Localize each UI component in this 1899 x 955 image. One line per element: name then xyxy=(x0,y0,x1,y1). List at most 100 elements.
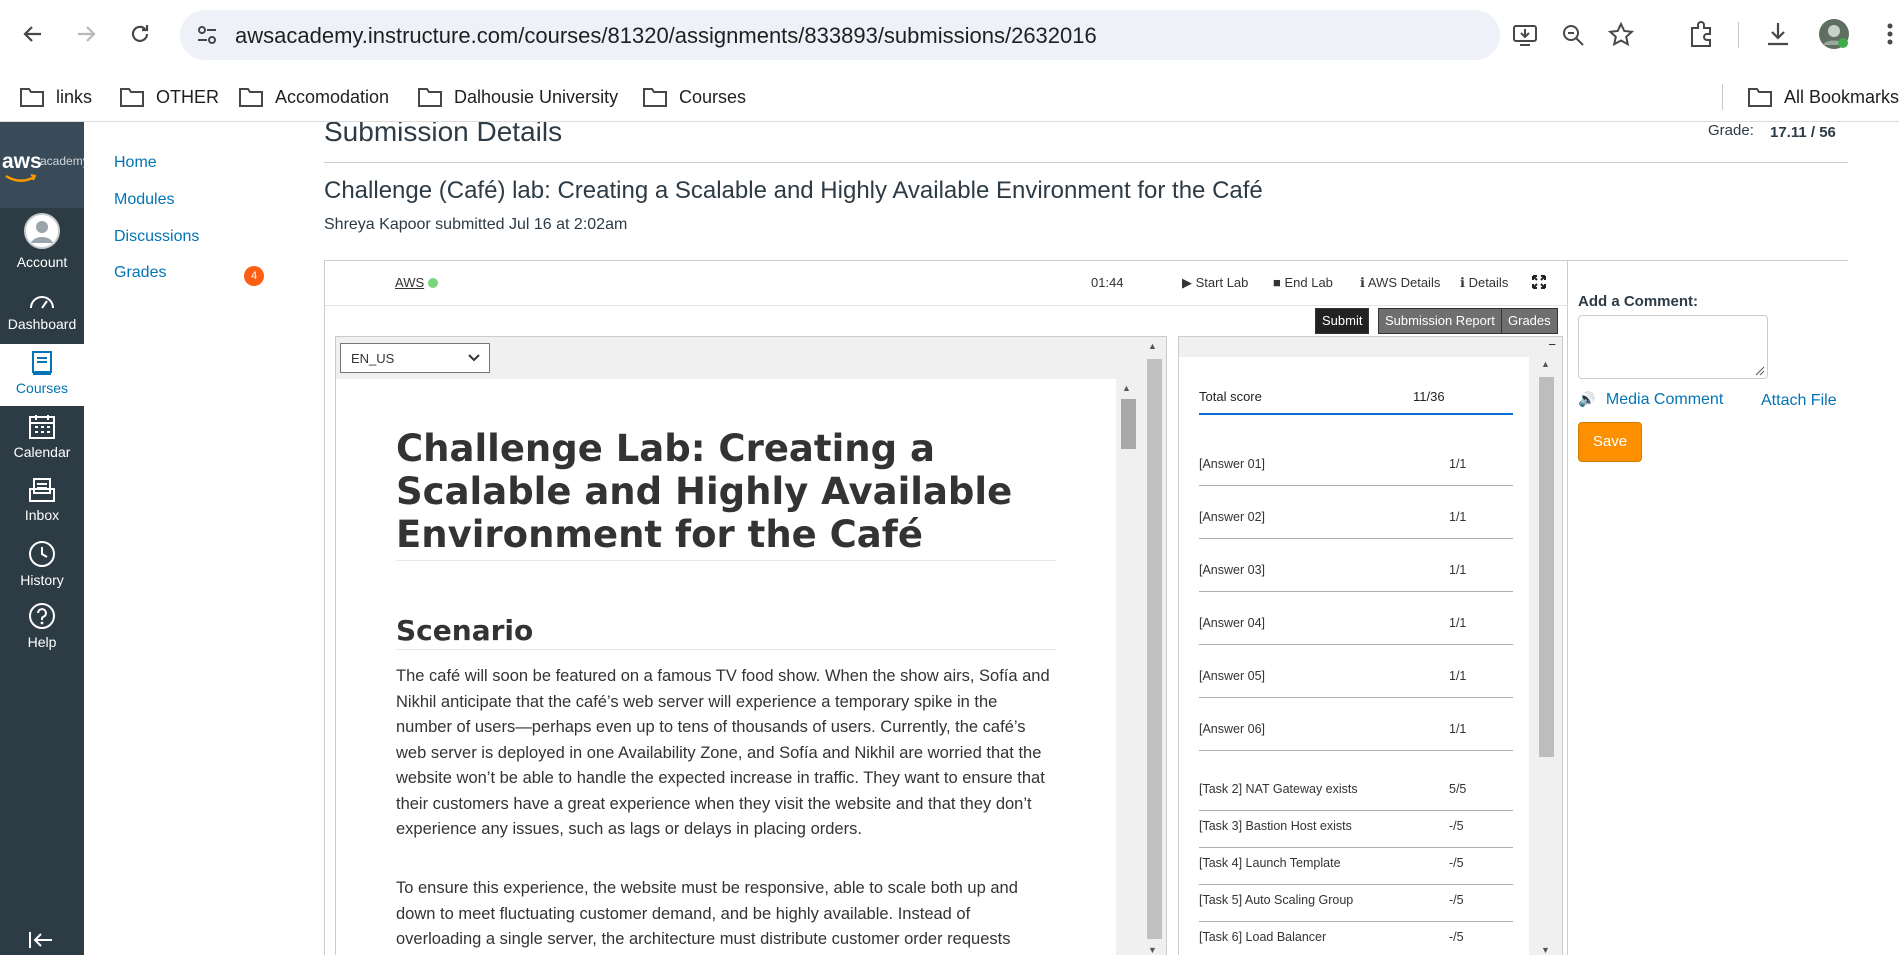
score-row-label: [Answer 02] xyxy=(1199,510,1266,524)
course-nav-discussions[interactable]: Discussions xyxy=(114,228,199,246)
bookmarks-bar: links OTHER Accomodation Dalhousie Unive… xyxy=(0,72,1899,122)
main-content: Submission Details Grade: 17.11 / 56 Cha… xyxy=(284,122,1899,955)
save-button[interactable]: Save xyxy=(1578,422,1642,462)
bookmark-folder[interactable]: OTHER xyxy=(120,82,219,112)
courses-icon xyxy=(32,351,52,375)
comment-textarea[interactable] xyxy=(1578,315,1768,379)
all-bookmarks-label: All Bookmarks xyxy=(1784,86,1899,107)
site-settings-icon[interactable] xyxy=(194,22,220,53)
aws-academy-logo[interactable]: aws academy xyxy=(0,122,89,208)
add-comment-label: Add a Comment: xyxy=(1578,293,1698,310)
score-row-label: [Answer 06] xyxy=(1199,722,1266,736)
collapse-nav-icon[interactable] xyxy=(28,930,54,955)
score-row: [Answer 06] 1/1 xyxy=(1199,698,1513,751)
install-app-icon[interactable] xyxy=(1512,22,1538,53)
score-row-label: [Task 5] Auto Scaling Group xyxy=(1199,893,1354,907)
score-scroll-down-icon[interactable]: ▼ xyxy=(1541,945,1550,955)
address-bar[interactable]: awsacademy.instructure.com/courses/81320… xyxy=(180,10,1635,60)
score-scrollbar[interactable] xyxy=(1539,377,1554,757)
global-nav-dashboard[interactable]: Dashboard xyxy=(0,290,84,340)
end-lab-button[interactable]: ■ End Lab xyxy=(1273,275,1333,290)
global-nav-history[interactable]: History xyxy=(0,540,84,590)
score-row-value: -/5 xyxy=(1449,930,1464,944)
extensions-icon[interactable] xyxy=(1687,20,1715,53)
language-value: EN_US xyxy=(351,351,395,366)
bookmark-folder[interactable]: Courses xyxy=(643,82,746,112)
bookmark-label: OTHER xyxy=(156,86,219,107)
total-score-label: Total score xyxy=(1199,389,1262,404)
attach-file-link[interactable]: Attach File xyxy=(1761,392,1837,410)
assignment-title: Challenge (Café) lab: Creating a Scalabl… xyxy=(324,177,1263,204)
forward-button[interactable] xyxy=(70,18,102,50)
course-nav-home[interactable]: Home xyxy=(114,154,157,172)
bookmark-folder[interactable]: Accomodation xyxy=(239,82,389,112)
score-row-value: 1/1 xyxy=(1449,616,1467,630)
all-bookmarks-button[interactable]: All Bookmarks xyxy=(1748,82,1899,112)
global-nav-calendar[interactable]: Calendar xyxy=(0,414,84,464)
outer-scrollbar[interactable] xyxy=(1147,359,1162,939)
details-button[interactable]: ℹ Details xyxy=(1460,275,1508,291)
global-nav-courses[interactable]: Courses xyxy=(0,344,84,406)
end-lab-label: End Lab xyxy=(1284,275,1333,290)
score-row-value: 1/1 xyxy=(1449,722,1467,736)
bookmark-folder[interactable]: Dalhousie University xyxy=(418,82,618,112)
bookmark-star-icon[interactable] xyxy=(1607,21,1635,53)
profile-avatar[interactable] xyxy=(1818,18,1850,55)
info-icon: ℹ xyxy=(1360,275,1365,290)
score-row: [Task 5] Auto Scaling Group -/5 xyxy=(1199,885,1513,922)
fullscreen-icon[interactable] xyxy=(1532,275,1546,292)
grades-button[interactable]: Grades xyxy=(1501,308,1558,334)
language-select[interactable]: EN_US xyxy=(340,343,490,373)
aws-details-button[interactable]: ℹ AWS Details xyxy=(1360,275,1440,291)
inner-scroll-up-icon[interactable]: ▲ xyxy=(1122,383,1131,393)
speaker-icon: 🔊 xyxy=(1578,391,1596,407)
inner-scrollbar-thumb[interactable] xyxy=(1121,399,1136,449)
start-lab-button[interactable]: ▶ Start Lab xyxy=(1182,275,1248,291)
folder-icon xyxy=(20,88,44,107)
zoom-icon[interactable] xyxy=(1560,22,1586,53)
global-nav-account[interactable]: Account xyxy=(0,212,84,274)
media-comment-label: Media Comment xyxy=(1605,391,1724,408)
scenario-paragraph: The café will soon be featured on a famo… xyxy=(396,667,1050,838)
grades-count-badge: 4 xyxy=(244,266,264,286)
submit-button[interactable]: Submit xyxy=(1315,308,1370,334)
score-row-value: -/5 xyxy=(1449,893,1464,907)
score-row: [Answer 02] 1/1 xyxy=(1199,486,1513,539)
score-row: [Task 4] Launch Template -/5 xyxy=(1199,848,1513,885)
score-row-label: [Answer 05] xyxy=(1199,669,1266,683)
media-comment-link[interactable]: 🔊 Media Comment xyxy=(1578,391,1723,409)
lab-timer: 01:44 xyxy=(1091,275,1124,290)
url-text[interactable]: awsacademy.instructure.com/courses/81320… xyxy=(235,23,1097,49)
outer-scroll-down-icon[interactable]: ▼ xyxy=(1148,945,1157,955)
minimize-icon[interactable]: − xyxy=(1548,337,1556,352)
scenario-paragraph: To ensure this experience, the website m… xyxy=(396,879,1018,948)
start-lab-label: Start Lab xyxy=(1195,275,1249,290)
score-row: [Task 2] NAT Gateway exists 5/5 xyxy=(1199,751,1513,811)
submission-report-button[interactable]: Submission Report xyxy=(1378,308,1502,334)
inbox-icon xyxy=(29,478,55,502)
history-icon xyxy=(29,541,55,567)
course-nav-modules[interactable]: Modules xyxy=(114,191,174,209)
aws-status[interactable]: AWS xyxy=(395,275,439,290)
course-nav-grades[interactable]: Grades xyxy=(114,264,166,282)
folder-icon xyxy=(418,88,442,107)
divider xyxy=(324,162,1848,163)
downloads-icon[interactable] xyxy=(1764,20,1792,53)
forward-arrow-icon xyxy=(78,26,96,42)
resize-handle-icon[interactable] xyxy=(1755,366,1765,376)
bookmark-folder[interactable]: links xyxy=(20,82,92,112)
submission-info: Shreya Kapoor submitted Jul 16 at 2:02am xyxy=(324,216,628,233)
score-row-label: [Task 2] NAT Gateway exists xyxy=(1199,782,1358,796)
outer-scroll-up-icon[interactable]: ▲ xyxy=(1148,341,1157,351)
score-row-label: [Answer 03] xyxy=(1199,563,1266,577)
score-row-value: 1/1 xyxy=(1449,457,1467,471)
global-nav-inbox[interactable]: Inbox xyxy=(0,477,84,527)
back-button[interactable] xyxy=(17,18,49,50)
reload-button[interactable] xyxy=(124,18,156,50)
logo-subtext: academy xyxy=(40,154,89,168)
menu-icon[interactable] xyxy=(1882,20,1899,53)
score-scroll-up-icon[interactable]: ▲ xyxy=(1541,359,1550,369)
reload-icon xyxy=(131,25,149,42)
global-nav-help[interactable]: Help xyxy=(0,602,84,652)
browser-toolbar: awsacademy.instructure.com/courses/81320… xyxy=(0,0,1899,72)
